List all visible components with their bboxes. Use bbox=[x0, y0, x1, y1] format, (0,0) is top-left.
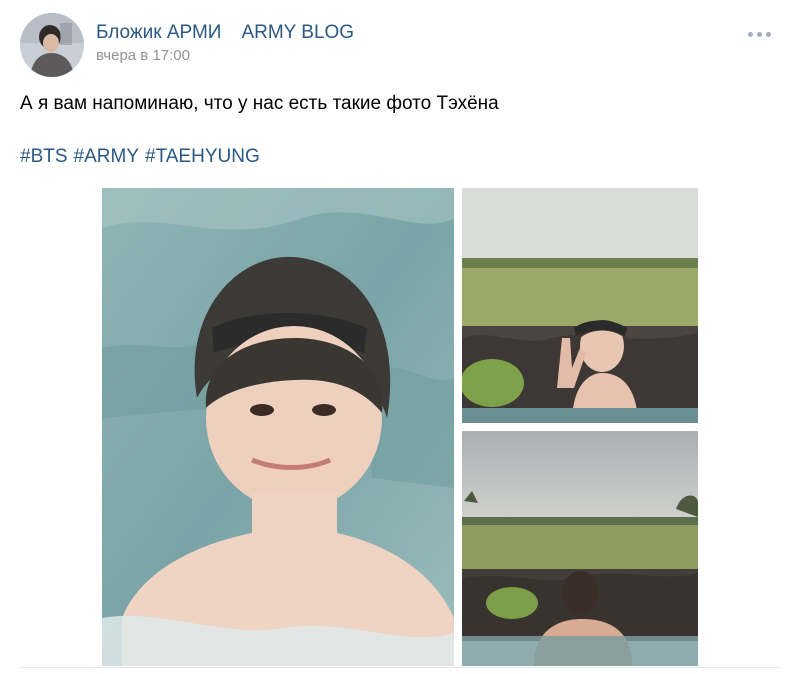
avatar[interactable] bbox=[20, 13, 84, 77]
hashtag-army[interactable]: #ARMY bbox=[74, 146, 139, 167]
post-author-row: Бложик АРМИ ARMY BLOG bbox=[96, 22, 354, 44]
post-time[interactable]: вчера в 17:00 bbox=[96, 47, 190, 64]
post-photo-1[interactable] bbox=[102, 188, 454, 666]
hashtag-bts[interactable]: #BTS bbox=[20, 146, 68, 167]
photo-pool-back-view bbox=[462, 431, 698, 666]
author-name-latin[interactable]: ARMY BLOG bbox=[241, 22, 354, 43]
post-photo-2[interactable] bbox=[462, 188, 698, 423]
author-name[interactable]: Бложик АРМИ bbox=[96, 22, 221, 43]
photo-underwater-portrait bbox=[102, 188, 454, 666]
post-divider bbox=[20, 667, 780, 668]
hashtags: #BTS #ARMY #TAEHYUNG bbox=[20, 146, 266, 168]
post-text: А я вам напоминаю, что у нас есть такие … bbox=[20, 93, 499, 114]
photo-pool-peace-sign bbox=[462, 188, 698, 423]
post-photo-3[interactable] bbox=[462, 431, 698, 666]
more-horizontal-icon[interactable] bbox=[746, 30, 774, 38]
hashtag-taehyung[interactable]: #TAEHYUNG bbox=[145, 146, 260, 167]
avatar-image bbox=[20, 13, 84, 77]
wall-post: Бложик АРМИ ARMY BLOG вчера в 17:00 А я в… bbox=[0, 0, 800, 674]
